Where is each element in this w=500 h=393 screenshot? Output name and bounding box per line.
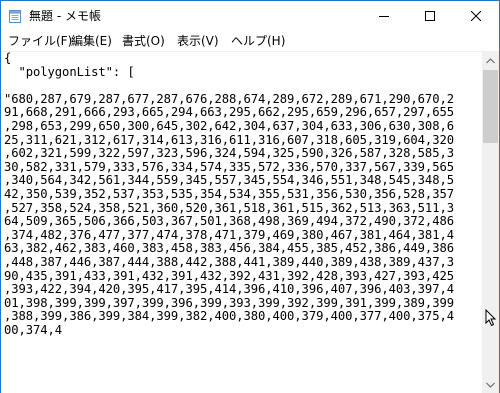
editor-text-line: ,374,482,376,477,377,474,378,471,379,469… — [4, 227, 454, 242]
editor-text-line: "680,287,679,287,677,287,676,288,674,289… — [4, 91, 454, 106]
editor-text-line: ,393,422,394,420,395,417,395,414,396,410… — [4, 282, 454, 297]
minimize-icon — [379, 16, 389, 17]
close-button[interactable] — [453, 1, 499, 31]
text-editor-area[interactable]: { "polygonList": [ "680,287,679,287,677,2… — [1, 52, 482, 393]
vertical-scrollbar[interactable] — [482, 52, 499, 393]
menu-bar: ファイル(F) 編集(E) 書式(O) 表示(V) ヘルプ(H) — [1, 31, 499, 51]
editor-text-line: ,388,399,386,399,384,399,382,400,380,400… — [4, 309, 454, 324]
maximize-button[interactable] — [407, 1, 453, 31]
editor-text-line: ,602,321,599,322,597,323,596,324,594,325… — [4, 146, 454, 161]
editor-text-line: "polygonList": [ — [4, 64, 135, 79]
editor-text-line: 64,509,365,506,366,503,367,501,368,498,3… — [4, 214, 454, 229]
editor-text-line: ,340,564,342,561,344,559,345,557,345,554… — [4, 173, 454, 188]
notepad-window: 無題 - メモ帳 ファイル(F) 編集(E) 書式(O) 表示(V) ヘルプ(H… — [0, 0, 500, 393]
editor-text-line: ,298,653,299,650,300,645,302,642,304,637… — [4, 119, 454, 133]
window-title: 無題 - メモ帳 — [29, 9, 101, 23]
editor-text-line: 30,582,331,579,333,576,334,574,335,572,3… — [4, 159, 454, 174]
menu-help[interactable]: ヘルプ(H) — [231, 34, 285, 48]
editor-text-line: 42,350,539,352,537,353,535,354,534,355,5… — [4, 187, 454, 201]
editor-text-line: ,448,387,446,387,444,388,442,388,441,389… — [4, 255, 454, 269]
menu-format[interactable]: 書式(O) — [122, 34, 165, 48]
scroll-thumb[interactable] — [483, 70, 498, 143]
editor-text-line: { — [4, 52, 12, 65]
menu-file[interactable]: ファイル(F) — [8, 34, 72, 48]
editor-text-line: 91,668,291,666,293,665,294,663,295,662,2… — [4, 105, 454, 120]
menu-view[interactable]: 表示(V) — [177, 34, 219, 48]
editor-text-line: ,527,358,524,358,521,360,520,361,518,361… — [4, 200, 454, 215]
scroll-down-button[interactable] — [482, 376, 499, 393]
close-icon — [471, 11, 481, 21]
menu-edit[interactable]: 編集(E) — [71, 34, 112, 48]
title-bar[interactable]: 無題 - メモ帳 — [1, 1, 499, 31]
editor-text-line: 25,311,621,312,617,314,613,316,611,316,6… — [4, 132, 454, 147]
minimize-button[interactable] — [361, 1, 407, 31]
mouse-pointer-icon — [485, 309, 497, 327]
notepad-icon — [9, 10, 21, 23]
editor-text-line: 63,382,462,383,460,383,458,383,456,384,4… — [4, 241, 454, 256]
maximize-icon — [425, 11, 435, 21]
editor-text-line: 00,374,4 — [4, 323, 63, 337]
scroll-down-arrow-icon — [486, 382, 495, 388]
editor-text-line: 90,435,391,433,391,432,391,432,392,431,3… — [4, 268, 454, 283]
scroll-up-arrow-icon — [486, 57, 495, 63]
editor-text-line: 01,398,399,399,397,399,396,399,393,399,3… — [4, 295, 454, 310]
scroll-up-button[interactable] — [482, 52, 499, 69]
